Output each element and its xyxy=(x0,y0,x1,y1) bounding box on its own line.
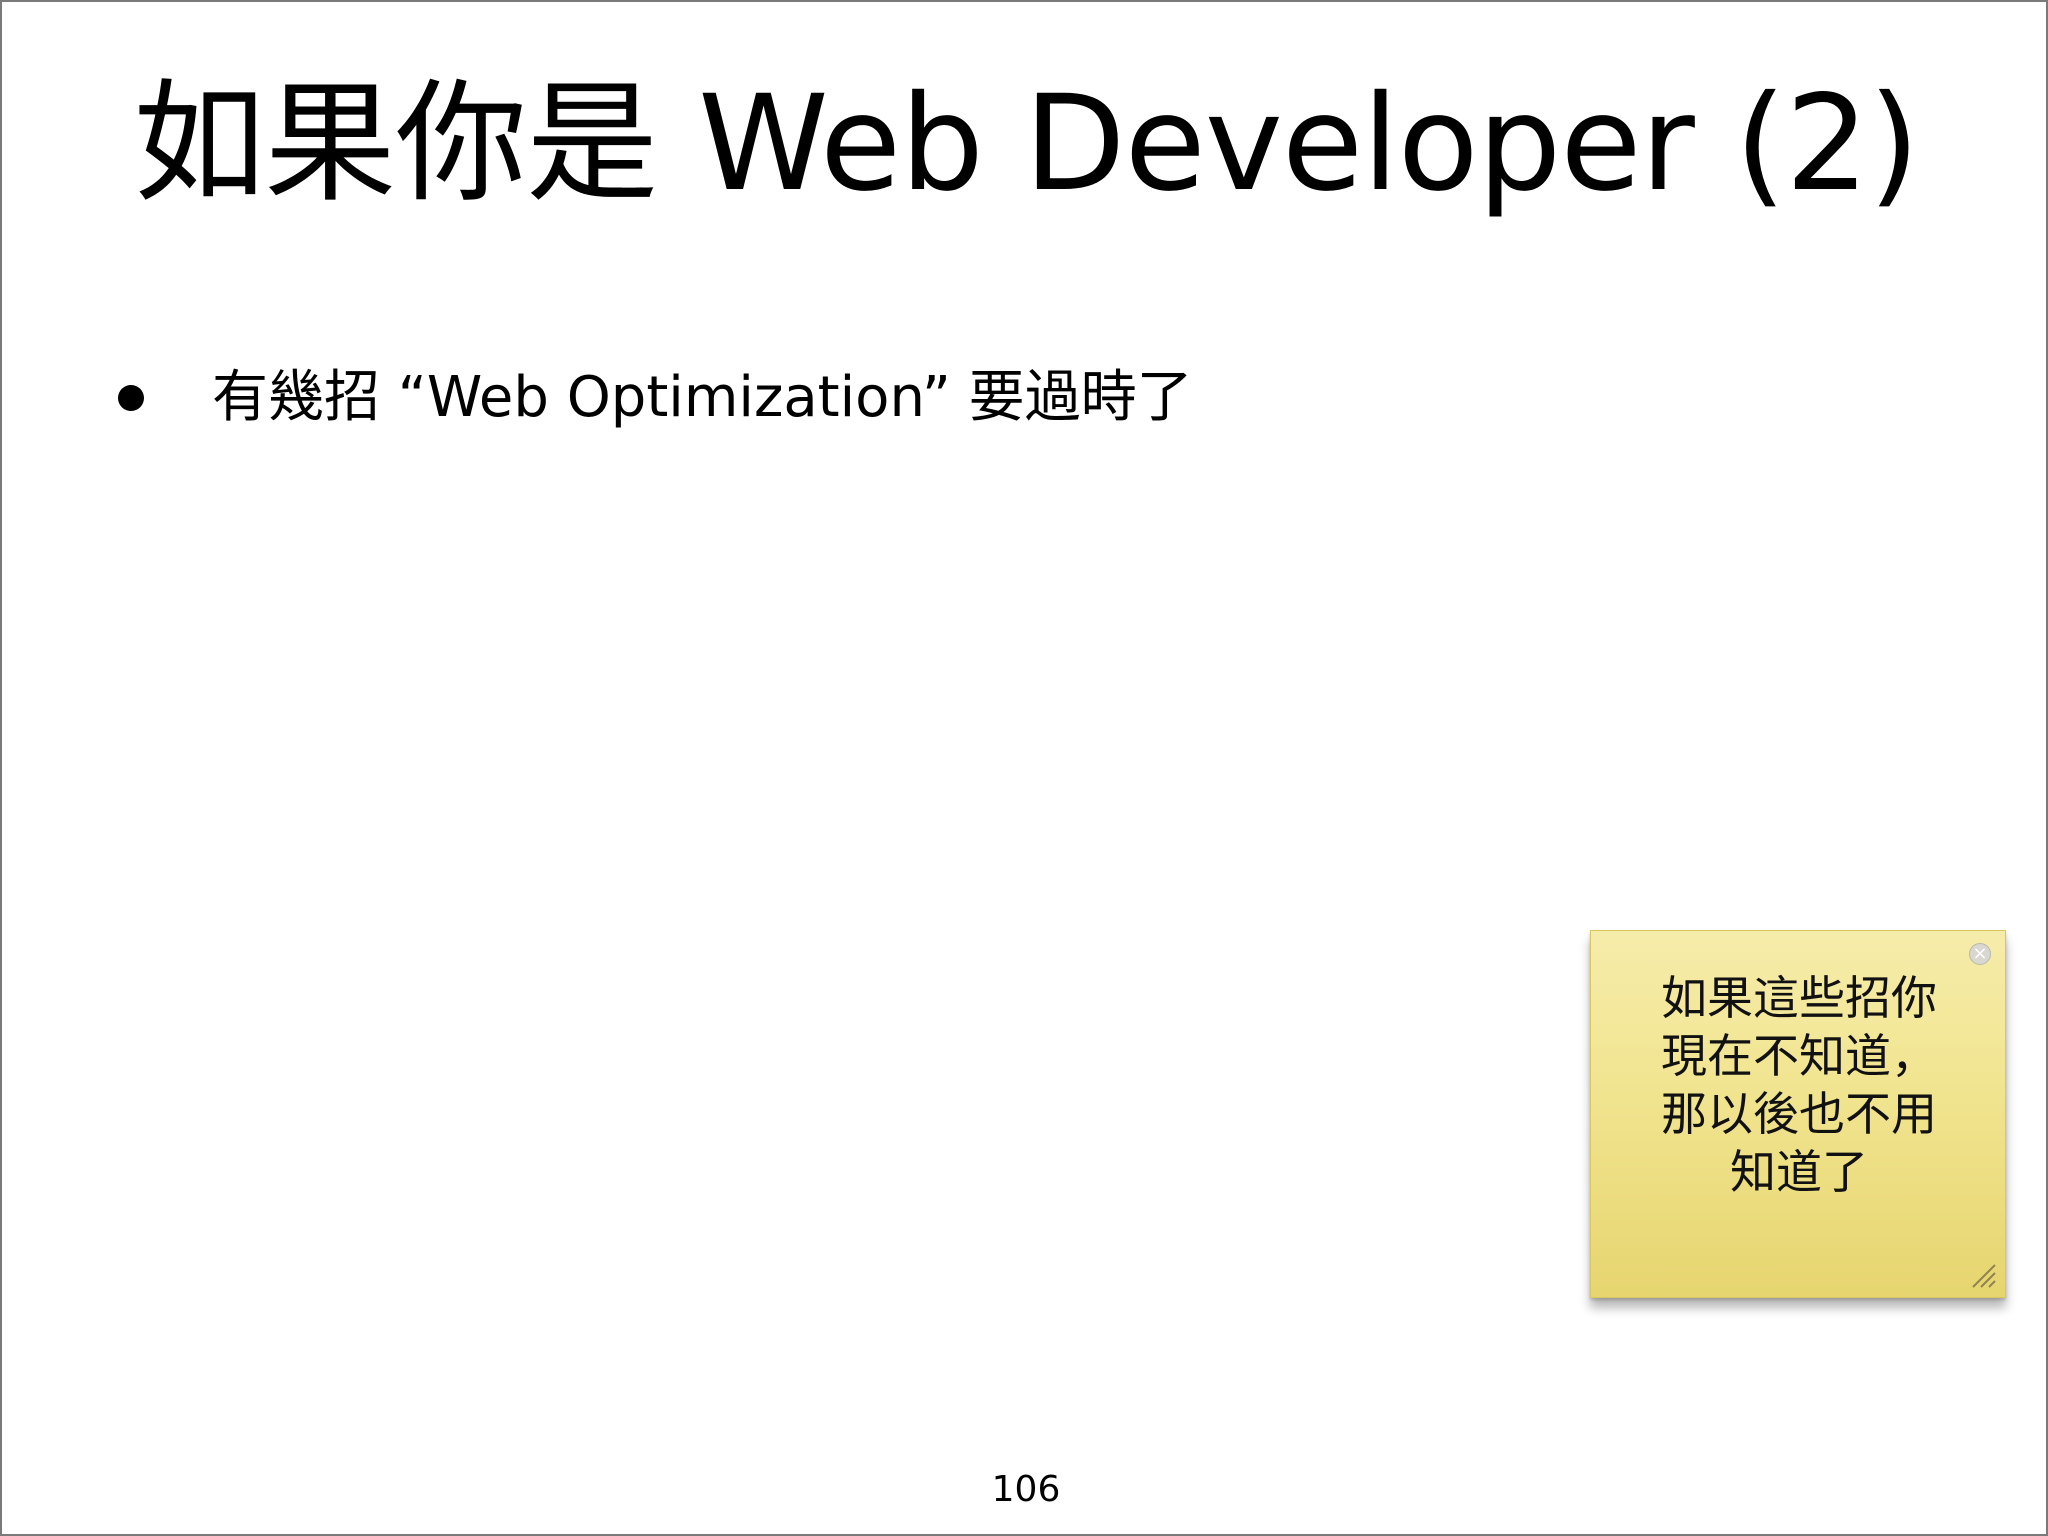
slide-title: 如果你是 Web Developer (2) xyxy=(133,67,1920,221)
close-icon[interactable]: × xyxy=(1969,943,1991,965)
bullet-list: 有幾招 “Web Optimization” 要過時了 xyxy=(118,358,1193,438)
sticky-note[interactable]: × 如果這些招你 現在不知道， 那以後也不用 知道了 xyxy=(1590,930,2006,1298)
resize-handle-icon[interactable] xyxy=(1969,1261,1997,1289)
page-number: 106 xyxy=(991,1469,1061,1510)
bullet-item: 有幾招 “Web Optimization” 要過時了 xyxy=(118,358,1193,438)
sticky-note-text: 如果這些招你 現在不知道， 那以後也不用 知道了 xyxy=(1661,971,1937,1199)
bullet-text: 有幾招 “Web Optimization” 要過時了 xyxy=(212,365,1193,430)
bullet-dot-icon xyxy=(118,385,144,411)
slide: 如果你是 Web Developer (2) 有幾招 “Web Optimiza… xyxy=(0,0,2048,1536)
